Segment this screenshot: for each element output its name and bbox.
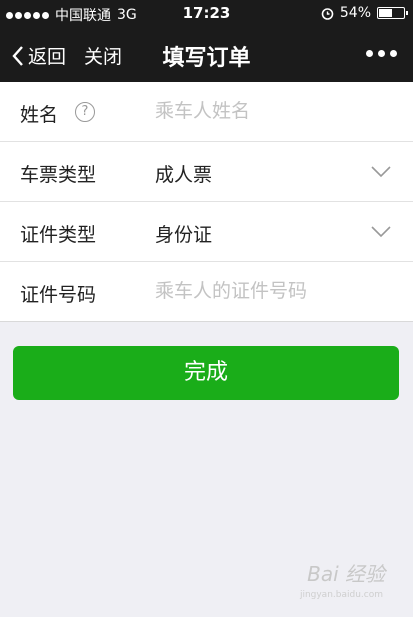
battery-percent: 54% [339,5,371,21]
battery-icon [377,7,408,19]
name-row: 姓名 ? [0,82,413,142]
name-label: 姓名 [20,104,59,126]
chevron-down-icon[interactable] [371,226,391,238]
done-button[interactable]: 完成 [13,346,399,400]
ticket-type-row[interactable]: 车票类型 成人票 [0,142,413,202]
more-menu-icon[interactable] [366,50,397,57]
alarm-icon [321,7,334,20]
id-type-value: 身份证 [155,224,213,246]
chevron-left-icon [12,45,23,66]
id-number-input[interactable] [155,274,395,308]
ticket-type-label: 车票类型 [20,164,97,186]
id-type-row[interactable]: 证件类型 身份证 [0,202,413,262]
status-right: 54% [321,5,408,21]
close-button[interactable]: 关闭 [84,42,122,69]
back-label: 返回 [28,46,67,68]
nav-bar: 返回 关闭 填写订单 [0,28,413,82]
name-input[interactable] [155,94,395,128]
help-icon[interactable]: ? [75,102,95,122]
battery-level [379,9,392,17]
status-bar: 中国联通 3G 17:23 54% [0,0,413,28]
back-button[interactable]: 返回 [12,42,66,69]
baidu-watermark-url: jingyan.baidu.com [299,590,383,600]
id-number-label: 证件号码 [20,284,97,306]
id-number-row: 证件号码 [0,262,413,321]
baidu-watermark-logo: Bai 经验 [307,562,385,586]
chevron-down-icon[interactable] [371,166,391,178]
order-form: 姓名 ? 车票类型 成人票 证件类型 身份证 证件号码 [0,82,413,322]
id-type-label: 证件类型 [20,224,97,246]
ticket-type-value: 成人票 [155,164,213,186]
